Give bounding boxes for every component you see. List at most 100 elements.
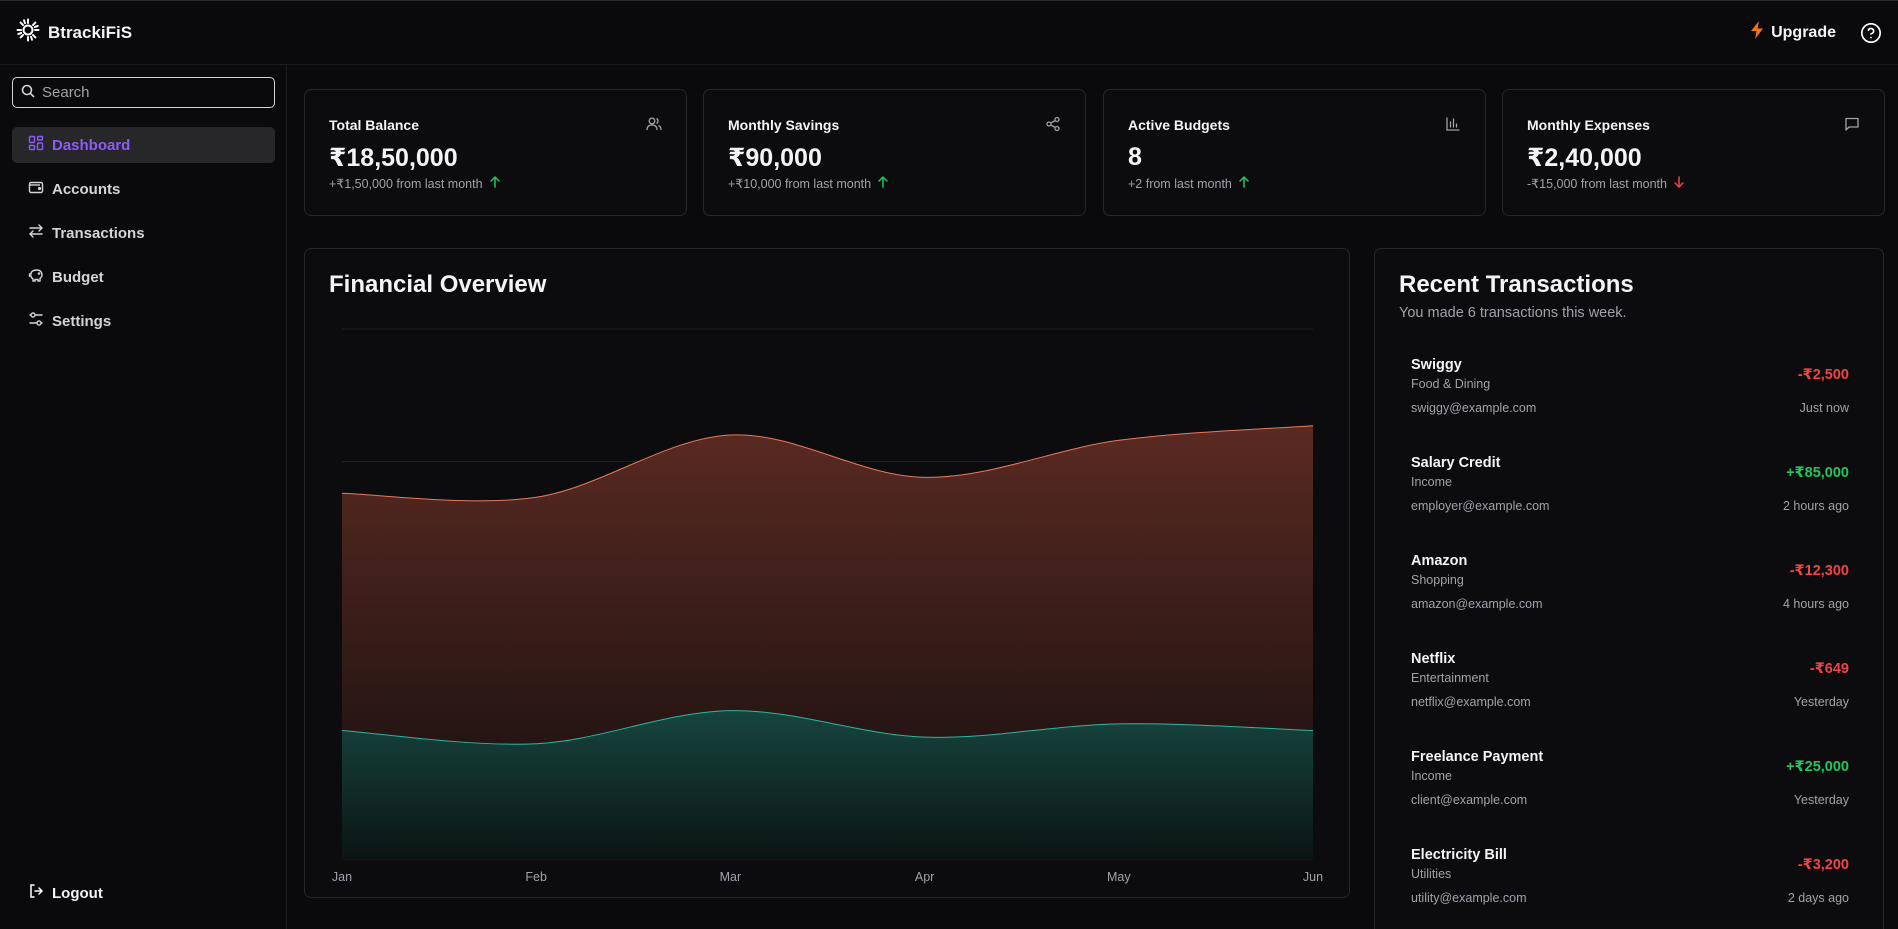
wallet-icon bbox=[28, 179, 44, 199]
transaction-amount: -₹12,300 bbox=[1789, 563, 1849, 579]
transaction-email: swiggy@example.com bbox=[1411, 401, 1537, 415]
logout-button[interactable]: Logout bbox=[12, 878, 119, 908]
brand[interactable]: BtrackiFiS bbox=[16, 18, 132, 47]
transaction-amount: +₹25,000 bbox=[1786, 759, 1849, 775]
x-tick-label: Jun bbox=[1303, 870, 1323, 884]
area-chart: Jan Feb Mar Apr May Jun bbox=[332, 328, 1323, 884]
stat-change: +₹1,50,000 from last month bbox=[329, 175, 501, 191]
transaction-email: employer@example.com bbox=[1411, 499, 1550, 513]
transaction-item[interactable]: Freelance Payment Income client@example.… bbox=[1411, 749, 1849, 847]
transaction-email: amazon@example.com bbox=[1411, 597, 1543, 611]
x-tick-label: Feb bbox=[525, 870, 547, 884]
transaction-item[interactable]: Salary Credit Income employer@example.co… bbox=[1411, 455, 1849, 553]
arrow-down-icon bbox=[1673, 176, 1685, 191]
stat-card-monthly-expenses: Monthly Expenses ₹2,40,000 -₹15,000 from… bbox=[1502, 89, 1885, 216]
transaction-name: Electricity Bill bbox=[1411, 847, 1507, 863]
logout-icon bbox=[28, 883, 44, 903]
stat-change-text: +₹1,50,000 from last month bbox=[329, 177, 483, 191]
sidebar: Search Dashboard Accounts Transactions B… bbox=[0, 65, 287, 929]
x-tick-label: Jan bbox=[332, 870, 352, 884]
transaction-item[interactable]: Electricity Bill Utilities utility@examp… bbox=[1411, 847, 1849, 929]
transaction-email: netflix@example.com bbox=[1411, 695, 1531, 709]
recent-transactions-card: Recent Transactions You made 6 transacti… bbox=[1374, 248, 1884, 929]
app-name: BtrackiFiS bbox=[48, 22, 133, 42]
sidebar-item-transactions[interactable]: Transactions bbox=[12, 215, 275, 251]
sidebar-item-settings[interactable]: Settings bbox=[12, 303, 275, 339]
transaction-time: Yesterday bbox=[1793, 793, 1849, 807]
stat-title: Monthly Expenses bbox=[1527, 117, 1650, 133]
sidebar-item-label: Budget bbox=[52, 268, 104, 286]
arrows-swap-icon bbox=[28, 223, 44, 243]
transaction-name: Salary Credit bbox=[1411, 455, 1501, 471]
search-input[interactable]: Search bbox=[12, 77, 275, 108]
stat-change-text: -₹15,000 from last month bbox=[1527, 177, 1667, 191]
x-tick-label: May bbox=[1107, 870, 1131, 884]
arrow-up-icon bbox=[489, 175, 501, 191]
transactions-subtitle: You made 6 transactions this week. bbox=[1399, 305, 1627, 321]
transaction-name: Freelance Payment bbox=[1411, 749, 1544, 765]
transaction-category: Food & Dining bbox=[1411, 377, 1491, 391]
transaction-name: Netflix bbox=[1411, 651, 1456, 667]
transactions-list: Swiggy Food & Dining swiggy@example.com … bbox=[1411, 357, 1849, 929]
transaction-item[interactable]: Amazon Shopping amazon@example.com -₹12,… bbox=[1411, 553, 1849, 651]
stat-value: ₹2,40,000 bbox=[1527, 144, 1642, 172]
stat-title: Active Budgets bbox=[1128, 117, 1230, 133]
sidebar-item-accounts[interactable]: Accounts bbox=[12, 171, 275, 207]
transaction-name: Amazon bbox=[1411, 553, 1468, 569]
logout-label: Logout bbox=[52, 884, 103, 902]
transaction-email: client@example.com bbox=[1411, 793, 1528, 807]
x-tick-label: Apr bbox=[915, 870, 934, 884]
stat-title: Total Balance bbox=[329, 117, 419, 133]
logo-icon bbox=[16, 18, 40, 47]
stat-card-active-budgets: Active Budgets 8 +2 from last month bbox=[1103, 89, 1486, 216]
x-tick-label: Mar bbox=[720, 870, 742, 884]
transactions-title: Recent Transactions bbox=[1399, 271, 1634, 298]
transaction-amount: -₹2,500 bbox=[1797, 367, 1849, 383]
stat-value: 8 bbox=[1128, 143, 1142, 171]
users-icon bbox=[646, 116, 662, 132]
transaction-category: Entertainment bbox=[1411, 671, 1489, 685]
message-icon bbox=[1844, 116, 1860, 132]
sidebar-item-dashboard[interactable]: Dashboard bbox=[12, 127, 275, 163]
share-icon bbox=[1045, 116, 1061, 132]
search-icon bbox=[21, 84, 35, 102]
bar-chart-icon bbox=[1445, 116, 1461, 132]
arrow-up-icon bbox=[1238, 175, 1250, 191]
sliders-icon bbox=[28, 311, 44, 331]
top-bar: BtrackiFiS Upgrade bbox=[0, 0, 1898, 65]
transaction-amount: -₹649 bbox=[1809, 661, 1849, 677]
transaction-category: Income bbox=[1411, 769, 1452, 783]
stat-change-text: +2 from last month bbox=[1128, 176, 1232, 191]
sidebar-item-label: Settings bbox=[52, 312, 112, 330]
transaction-time: Yesterday bbox=[1793, 695, 1849, 709]
sidebar-nav: Dashboard Accounts Transactions Budget S… bbox=[12, 127, 275, 347]
upgrade-button[interactable]: Upgrade bbox=[1749, 21, 1836, 44]
stat-title: Monthly Savings bbox=[728, 117, 840, 133]
stat-change: +2 from last month bbox=[1128, 175, 1250, 191]
stat-change: -₹15,000 from last month bbox=[1527, 176, 1685, 191]
stat-change-text: +₹10,000 from last month bbox=[728, 177, 872, 191]
piggy-bank-icon bbox=[28, 267, 44, 287]
transaction-category: Income bbox=[1411, 475, 1452, 489]
sidebar-item-label: Dashboard bbox=[52, 136, 131, 154]
sidebar-item-label: Accounts bbox=[52, 180, 121, 198]
bolt-icon bbox=[1749, 21, 1765, 44]
help-button[interactable] bbox=[1860, 22, 1882, 44]
stat-card-monthly-savings: Monthly Savings ₹90,000 +₹10,000 from la… bbox=[703, 89, 1086, 216]
upgrade-label: Upgrade bbox=[1771, 23, 1836, 41]
grid-icon bbox=[28, 135, 44, 155]
arrow-up-icon bbox=[877, 175, 889, 191]
transaction-amount: +₹85,000 bbox=[1786, 465, 1849, 481]
transaction-item[interactable]: Netflix Entertainment netflix@example.co… bbox=[1411, 651, 1849, 749]
transaction-email: utility@example.com bbox=[1411, 891, 1527, 905]
stat-change: +₹10,000 from last month bbox=[728, 175, 889, 191]
sidebar-item-budget[interactable]: Budget bbox=[12, 259, 275, 295]
stat-card-total-balance: Total Balance ₹18,50,000 +₹1,50,000 from… bbox=[304, 89, 687, 216]
transaction-time: Just now bbox=[1799, 401, 1849, 415]
transaction-item[interactable]: Swiggy Food & Dining swiggy@example.com … bbox=[1411, 357, 1849, 455]
transaction-category: Utilities bbox=[1411, 867, 1452, 881]
transaction-time: 2 hours ago bbox=[1782, 499, 1849, 513]
stat-value: ₹90,000 bbox=[728, 144, 822, 172]
help-circle-icon bbox=[1860, 22, 1882, 44]
transaction-category: Shopping bbox=[1411, 573, 1464, 587]
